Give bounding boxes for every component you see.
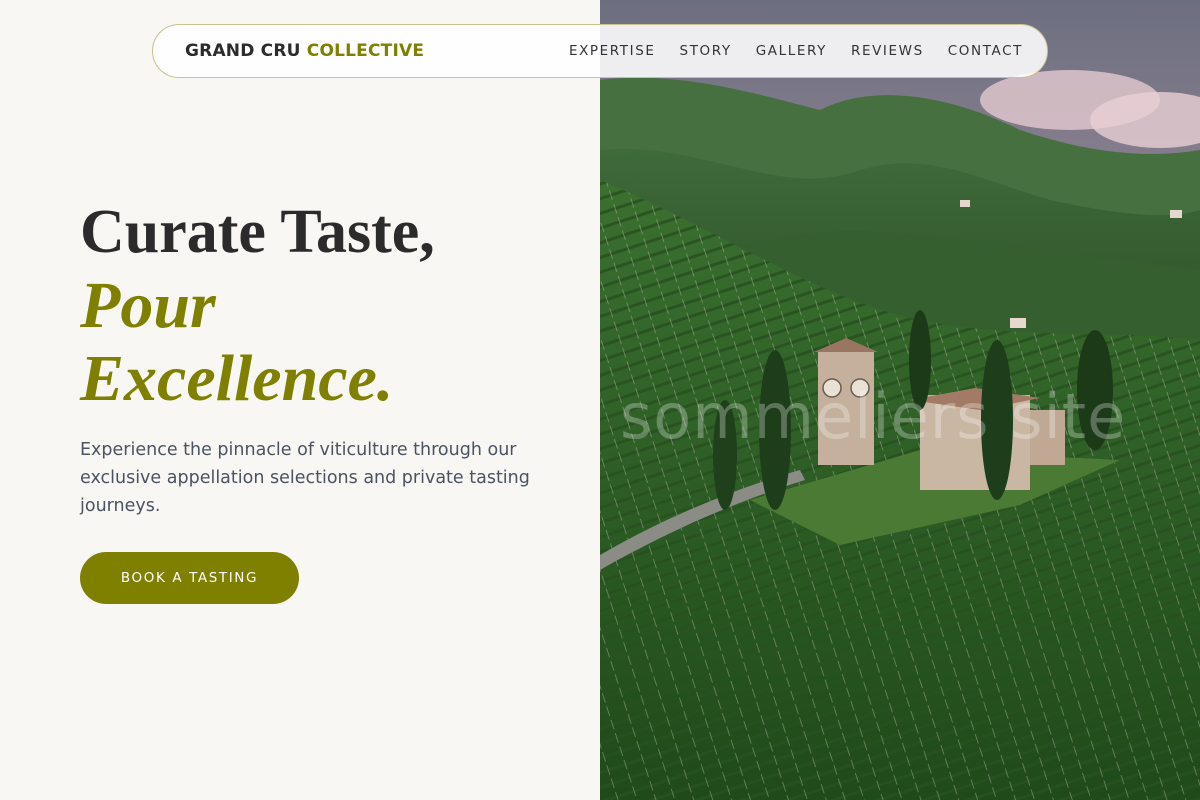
- brand-name-part2: COLLECTIVE: [306, 41, 425, 61]
- hero-title: Curate Taste, Pour Excellence.: [80, 196, 435, 415]
- brand-name-part1: GRAND CRU: [185, 41, 301, 61]
- nav-links: EXPERTISE STORY GALLERY REVIEWS CONTACT: [569, 43, 1023, 59]
- top-navigation: GRAND CRU COLLECTIVE EXPERTISE STORY GAL…: [152, 24, 1048, 78]
- nav-link-story[interactable]: STORY: [680, 43, 732, 59]
- hero-title-line2: Pour: [80, 269, 216, 342]
- hero-description: Experience the pinnacle of viticulture t…: [80, 440, 530, 516]
- brand-logo[interactable]: GRAND CRU COLLECTIVE: [185, 41, 424, 61]
- nav-link-expertise[interactable]: EXPERTISE: [569, 43, 656, 59]
- hero-title-line1: Curate Taste,: [80, 198, 435, 266]
- nav-link-reviews[interactable]: REVIEWS: [851, 43, 924, 59]
- hero-title-line3: Excellence.: [80, 342, 394, 415]
- watermark-text: sommeliers site: [620, 380, 1127, 453]
- nav-link-contact[interactable]: CONTACT: [948, 43, 1023, 59]
- book-tasting-button[interactable]: BOOK A TASTING: [80, 552, 299, 604]
- nav-link-gallery[interactable]: GALLERY: [756, 43, 827, 59]
